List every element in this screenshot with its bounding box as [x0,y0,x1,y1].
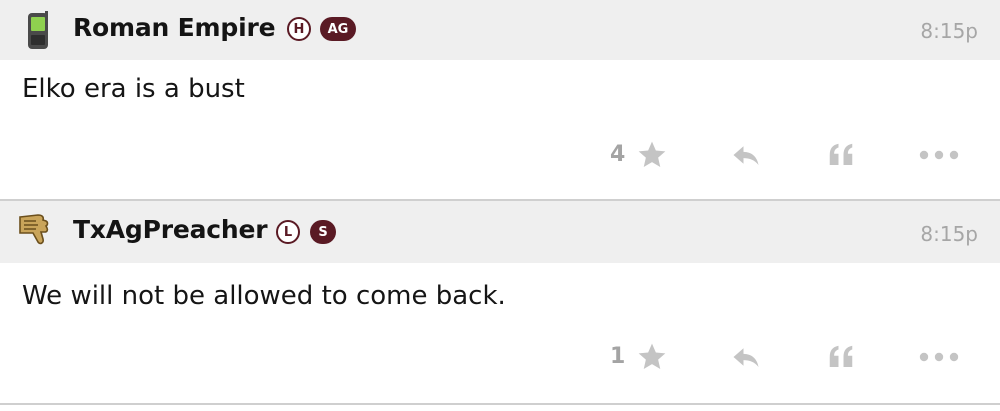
star-icon[interactable] [636,139,668,171]
post-header: TxAgPreacher L S 8:15p [0,201,1000,263]
badge-l: L [276,220,300,244]
timestamp: 8:15p [920,222,978,246]
message-text: Elko era is a bust [22,74,245,104]
badge-ag: AG [320,17,356,41]
star-count: 1 [610,344,626,369]
badge-s: S [310,220,336,244]
more-icon[interactable] [918,150,960,160]
more-icon[interactable] [918,352,960,362]
star-icon[interactable] [636,341,668,373]
quote-icon[interactable] [824,140,858,170]
username[interactable]: TxAgPreacher [73,215,268,244]
post-header: Roman Empire H AG 8:15p [0,0,1000,60]
post-body: Elko era is a bust 4 [0,60,1000,199]
thumbs-down-icon[interactable] [14,209,58,249]
reply-icon[interactable] [728,140,764,170]
reply-icon[interactable] [728,342,764,372]
post: TxAgPreacher L S 8:15p We will not be al… [0,201,1000,407]
star-count: 4 [610,142,626,167]
post: Roman Empire H AG 8:15p Elko era is a bu… [0,0,1000,201]
post-body: We will not be allowed to come back. 1 [0,263,1000,403]
message-text: We will not be allowed to come back. [22,281,506,311]
username[interactable]: Roman Empire [73,13,276,42]
quote-icon[interactable] [824,342,858,372]
badge-h: H [287,17,311,41]
phone-icon[interactable] [18,11,58,51]
timestamp: 8:15p [920,19,978,43]
post-divider [0,403,1000,405]
